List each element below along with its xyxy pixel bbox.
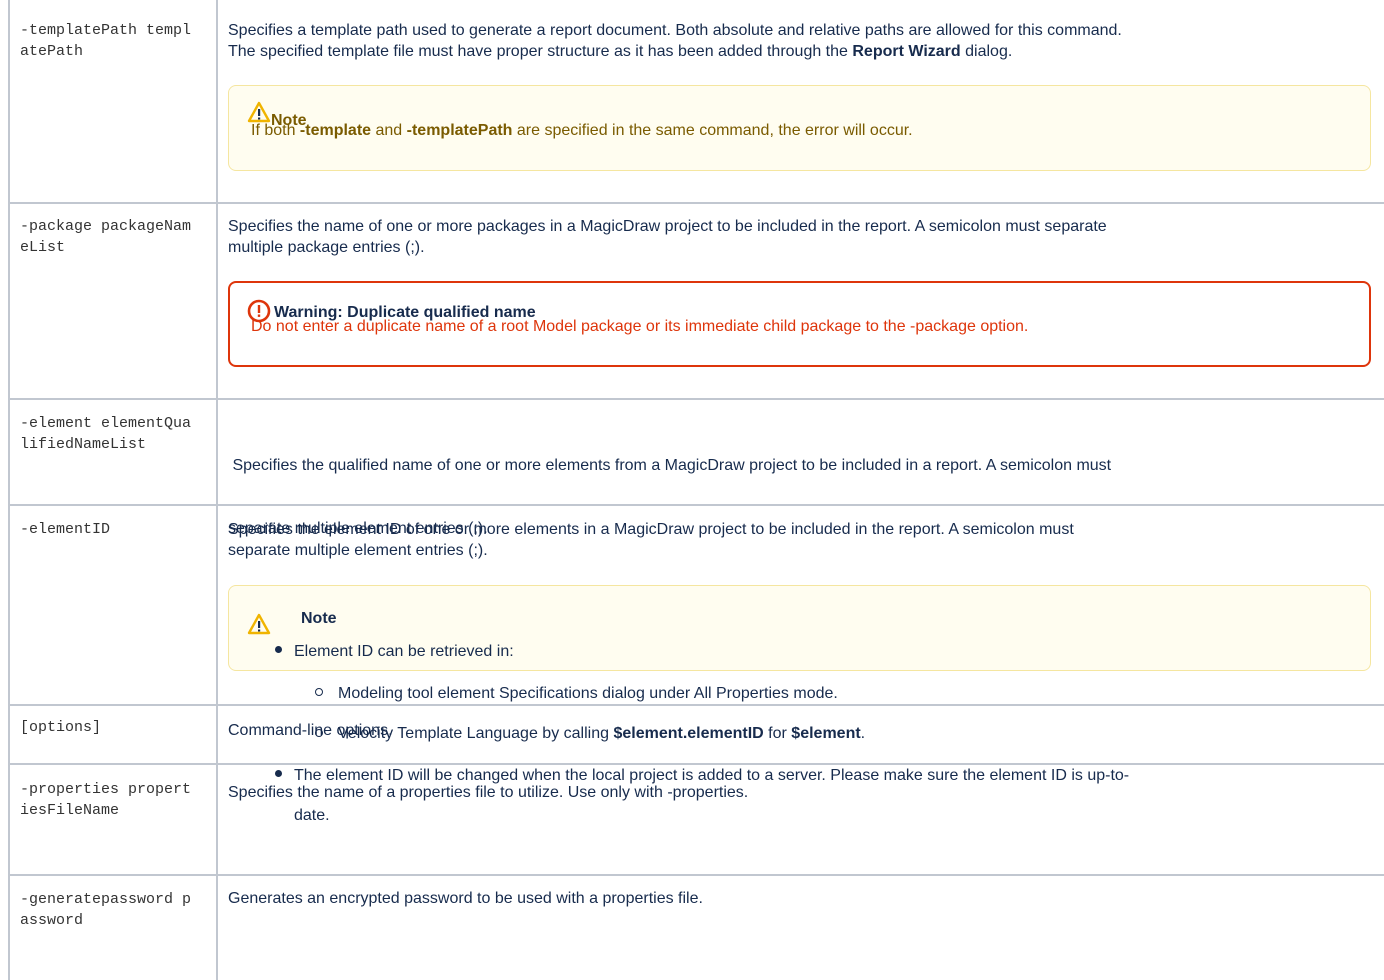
option-name: -properties propertiesFileName	[20, 781, 192, 819]
note-title: Note	[301, 610, 337, 627]
note-body: If both -template and -templatePath are …	[251, 122, 913, 139]
row-divider	[8, 704, 1384, 706]
desc-line: Specifies a template path used to genera…	[228, 22, 1122, 39]
option-description: Specifies the name of a properties file …	[228, 784, 749, 801]
option-description: Specifies a template path used to genera…	[228, 20, 1348, 62]
warning-triangle-icon	[247, 613, 271, 635]
warning-body: Do not enter a duplicate name of a root …	[251, 318, 1029, 335]
desc-line: Specifies the qualified name of one or m…	[228, 457, 1112, 474]
row-divider	[8, 202, 1384, 204]
desc-line: separate multiple element entries (;).	[228, 542, 488, 559]
sub-bullet	[315, 729, 323, 737]
option-name: -package packageNameList	[20, 218, 192, 256]
row-divider	[8, 763, 1384, 765]
option-name: -element elementQualifiedNameList	[20, 415, 192, 453]
bullet	[275, 770, 282, 777]
option-name: [options]	[20, 719, 102, 736]
note-subbullet-text: Velocity Template Language by calling $e…	[338, 725, 866, 742]
desc-line: multiple package entries (;).	[228, 239, 425, 256]
report-wizard-term: Report Wizard	[852, 43, 961, 60]
row-divider	[8, 398, 1384, 400]
note-subbullet-text: Modeling tool element Specifications dia…	[338, 685, 838, 702]
note-bullet-text: date.	[294, 807, 330, 824]
row-divider	[8, 874, 1384, 876]
option-description: Generates an encrypted password to be us…	[228, 890, 703, 907]
bullet	[275, 646, 282, 653]
table-column-divider	[216, 0, 218, 980]
warning-triangle-icon	[247, 101, 271, 123]
table-left-border	[8, 0, 10, 980]
desc-line: The specified template file must have pr…	[228, 43, 1013, 60]
note-bullet-text: Element ID can be retrieved in:	[294, 643, 514, 660]
desc-line: Specifies the name of one or more packag…	[228, 218, 1107, 235]
desc-line: Specifies the element ID of one or more …	[228, 521, 1074, 538]
option-description: Specifies the element ID of one or more …	[228, 519, 1348, 561]
sub-bullet	[315, 688, 323, 696]
option-name: -elementID	[20, 521, 111, 538]
option-description: Specifies the name of one or more packag…	[228, 216, 1348, 258]
option-name: -templatePath templatePath	[20, 22, 192, 60]
option-name: -generatepassword password	[20, 891, 192, 929]
